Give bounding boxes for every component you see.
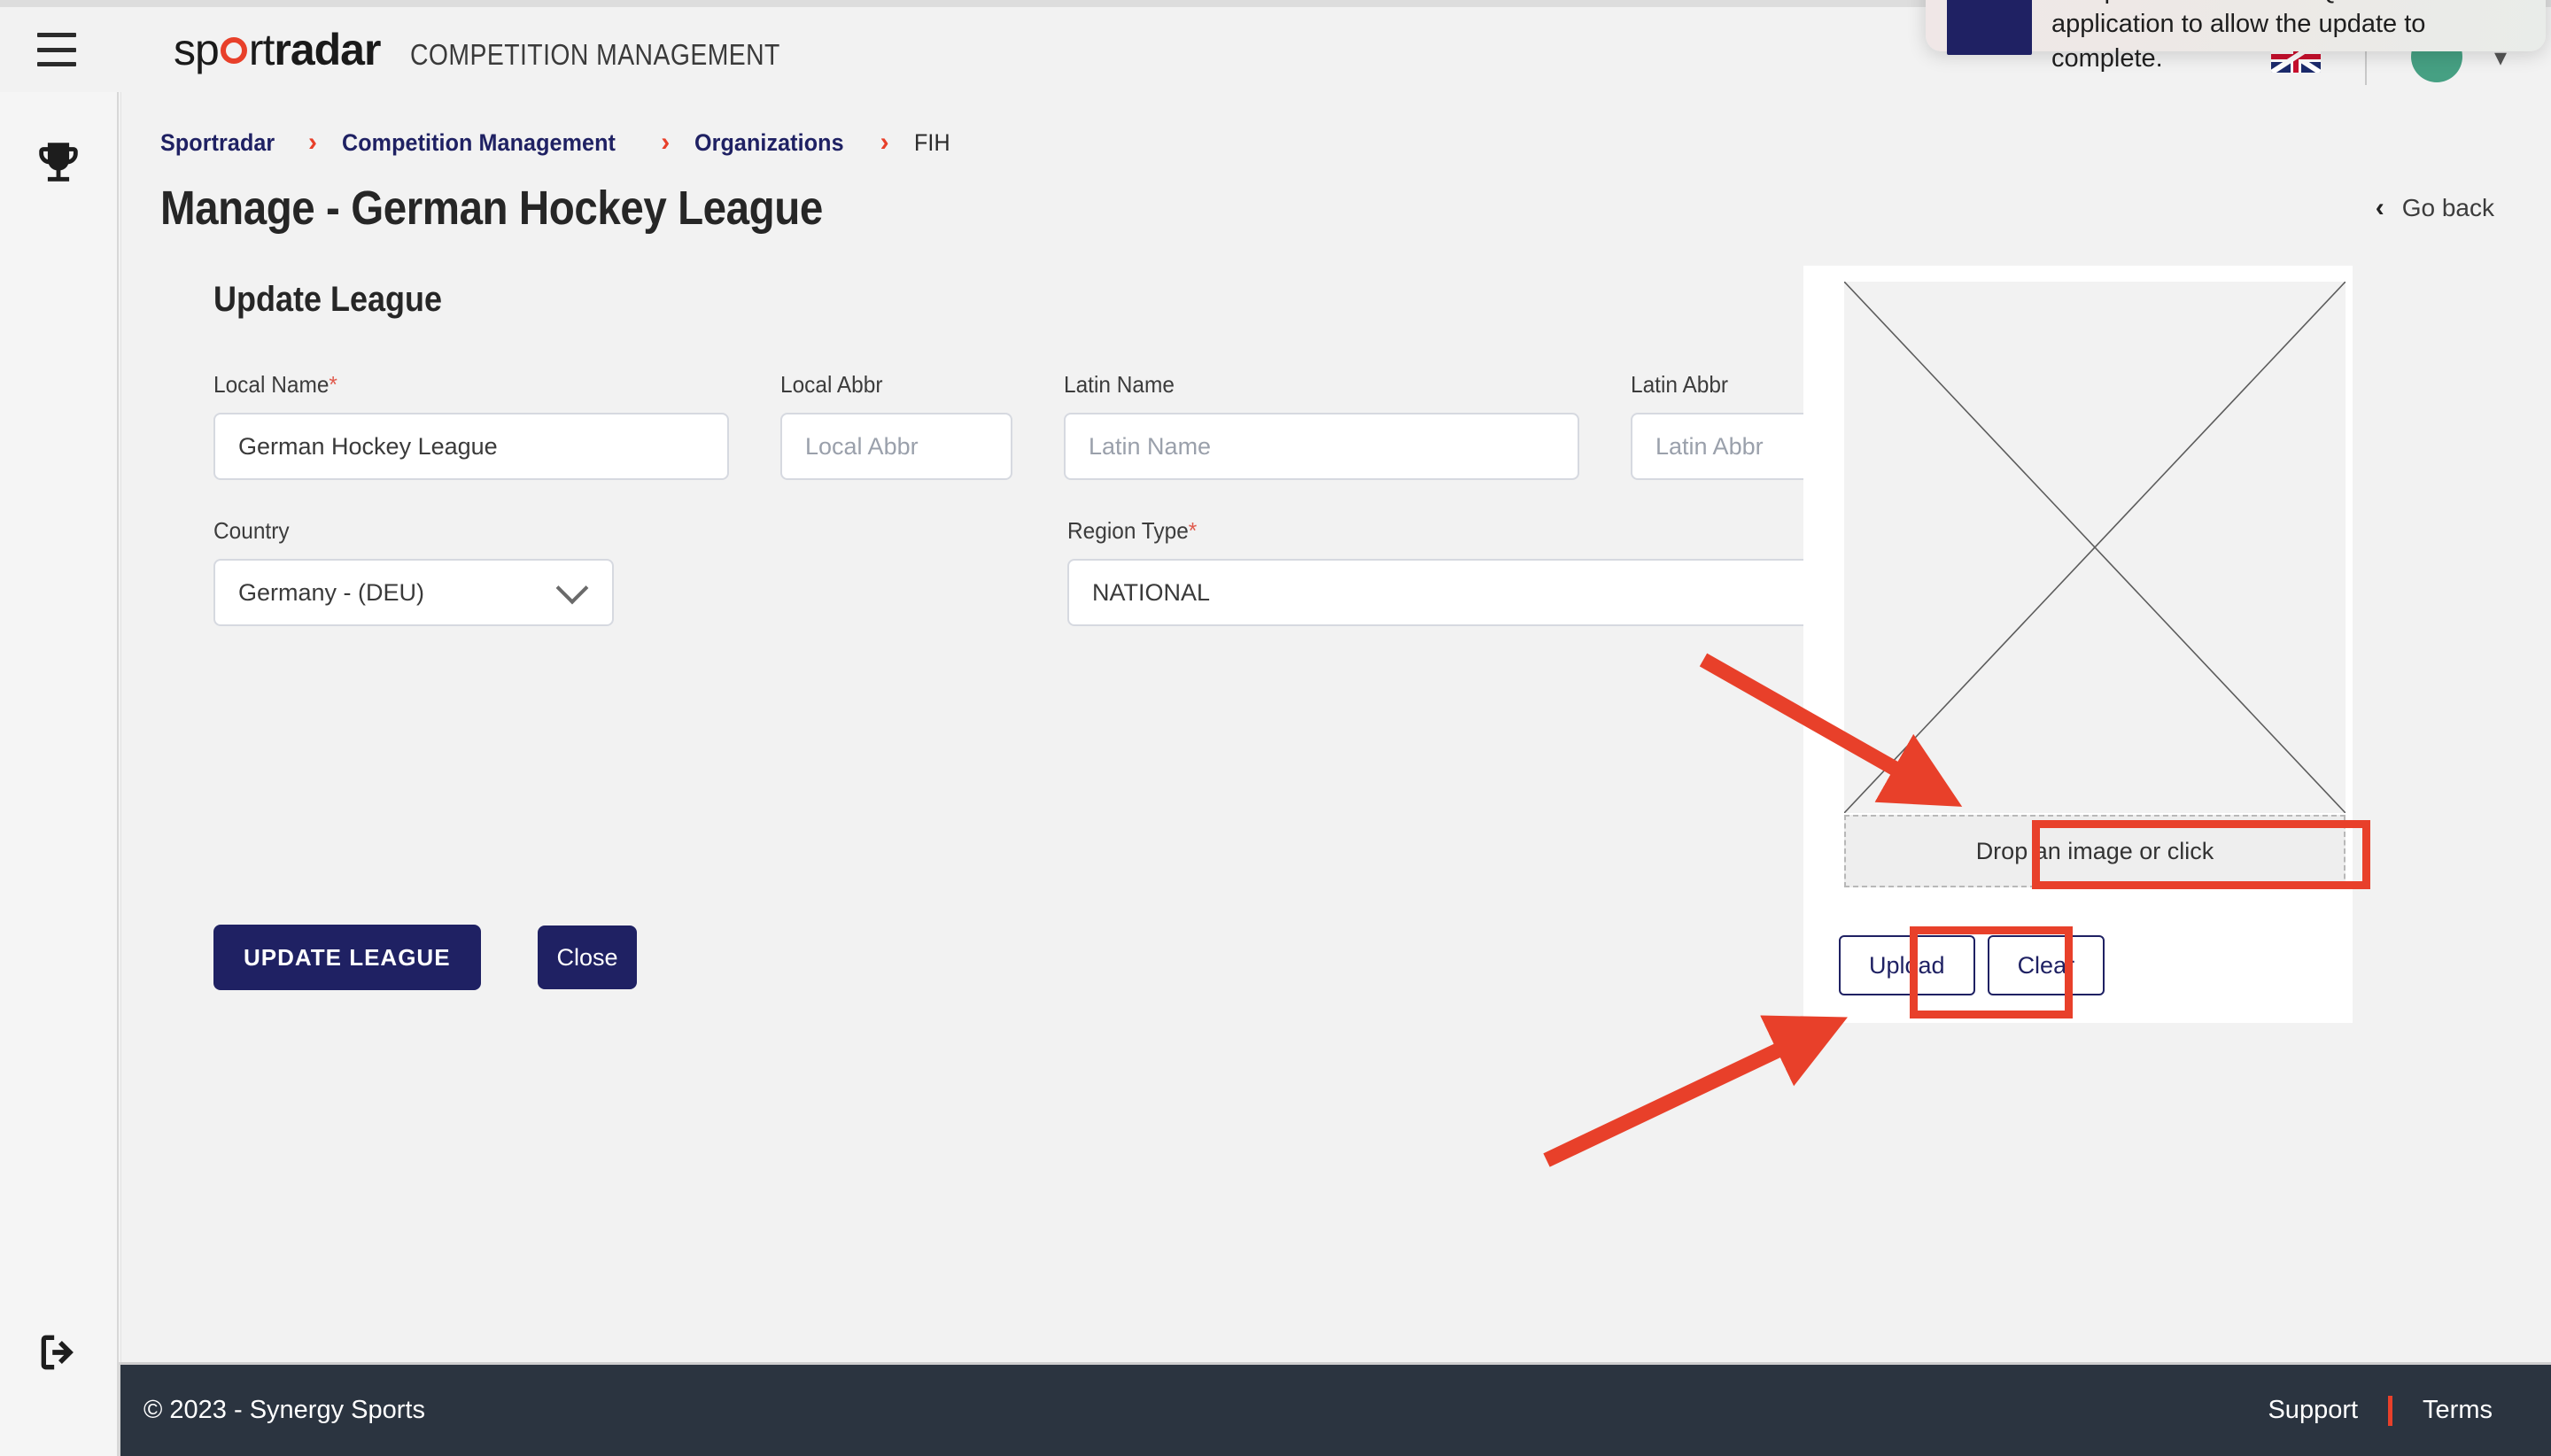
logo-upload-card: Drop an image or click Upload Clear xyxy=(1803,266,2353,1023)
local-name-input[interactable]: German Hockey League xyxy=(213,413,729,480)
field-label-local-abbr: Local Abbr xyxy=(780,371,883,398)
logo-text-part2: rt xyxy=(248,25,275,74)
field-latin-name: Latin Name Latin Name xyxy=(1012,371,1579,480)
names-field-row: Local Name* German Hockey League Local A… xyxy=(213,371,1919,480)
field-local-abbr: Local Abbr Local Abbr xyxy=(729,371,1012,480)
chevron-left-icon: ‹ xyxy=(2375,193,2384,222)
field-label-region-type: Region Type* xyxy=(1067,517,1198,544)
hamburger-menu-icon[interactable] xyxy=(37,33,76,66)
field-label-country: Country xyxy=(213,517,290,544)
breadcrumb-separator-icon: › xyxy=(661,128,671,157)
sportradar-logo: sp rt radar xyxy=(174,24,381,75)
support-link[interactable]: Support xyxy=(2268,1396,2358,1425)
trophy-icon[interactable] xyxy=(33,136,84,188)
update-league-form: Update League Local Name* German Hockey … xyxy=(121,280,1919,990)
app-title: COMPETITION MANAGEMENT xyxy=(410,38,781,71)
footer-separator xyxy=(2388,1395,2393,1426)
chevron-down-icon xyxy=(555,571,589,605)
breadcrumb-item-fih: FIH xyxy=(913,128,950,156)
country-select[interactable]: Germany - (DEU) xyxy=(213,559,614,626)
breadcrumb-item-organizations[interactable]: Organizations xyxy=(694,129,844,157)
breadcrumb-item-competition-management[interactable]: Competition Management xyxy=(342,129,616,157)
update-toast-notification[interactable]: An update is available. Quit this applic… xyxy=(1926,0,2546,73)
local-abbr-input[interactable]: Local Abbr xyxy=(780,413,1012,480)
toast-message: An update is available. Quit this applic… xyxy=(2051,0,2426,73)
upload-actions: Upload Clear xyxy=(1839,935,2105,995)
logo-circle-o-icon xyxy=(220,37,247,64)
go-back-link[interactable]: ‹ Go back xyxy=(2376,193,2494,223)
country-select-value: Germany - (DEU) xyxy=(238,578,425,606)
go-back-label: Go back xyxy=(2401,194,2494,221)
field-label-latin-name: Latin Name xyxy=(1064,371,1175,398)
upload-button[interactable]: Upload xyxy=(1839,935,1975,995)
form-section-title: Update League xyxy=(213,280,443,319)
field-local-name: Local Name* German Hockey League xyxy=(213,371,729,480)
toast-app-icon xyxy=(1947,0,2032,55)
region-type-select[interactable]: NATIONAL xyxy=(1067,559,1869,626)
breadcrumb-item-sportradar[interactable]: Sportradar xyxy=(160,129,275,157)
breadcrumb-separator-icon: › xyxy=(308,128,318,157)
region-field-row: Country Germany - (DEU) Region Type* NAT… xyxy=(213,517,1919,626)
field-region-type: Region Type* NATIONAL xyxy=(614,517,1869,626)
page-header: Manage - German Hockey League ‹ Go back xyxy=(160,181,2494,236)
latin-name-input[interactable]: Latin Name xyxy=(1064,413,1579,480)
left-sidebar xyxy=(0,92,119,1456)
required-asterisk: * xyxy=(329,371,337,398)
field-country: Country Germany - (DEU) xyxy=(213,517,614,626)
logo-text-part3: radar xyxy=(274,25,381,74)
footer-links: Support Terms xyxy=(2268,1395,2493,1426)
breadcrumb-separator-icon: › xyxy=(880,128,889,157)
update-league-button[interactable]: UPDATE LEAGUE xyxy=(213,925,481,990)
required-asterisk: * xyxy=(1188,517,1198,544)
copyright-text: © 2023 - Synergy Sports xyxy=(143,1396,425,1424)
close-button[interactable]: Close xyxy=(537,925,637,989)
region-type-select-value: NATIONAL xyxy=(1092,578,1211,606)
page-title: Manage - German Hockey League xyxy=(160,182,823,235)
breadcrumb: Sportradar › Competition Management › Or… xyxy=(160,128,2551,158)
broken-image-placeholder-icon xyxy=(1843,281,2346,814)
page-footer: © 2023 - Synergy Sports Support Terms xyxy=(120,1362,2551,1456)
image-dropzone[interactable]: Drop an image or click xyxy=(1844,815,2346,887)
field-label-local-name: Local Name* xyxy=(213,371,337,398)
clear-button[interactable]: Clear xyxy=(1987,935,2105,995)
logo-text-part1: sp xyxy=(174,25,220,74)
logout-icon[interactable] xyxy=(33,1327,84,1378)
brand-logo[interactable]: sp rt radar COMPETITION MANAGEMENT xyxy=(174,24,841,75)
terms-link[interactable]: Terms xyxy=(2423,1396,2493,1425)
